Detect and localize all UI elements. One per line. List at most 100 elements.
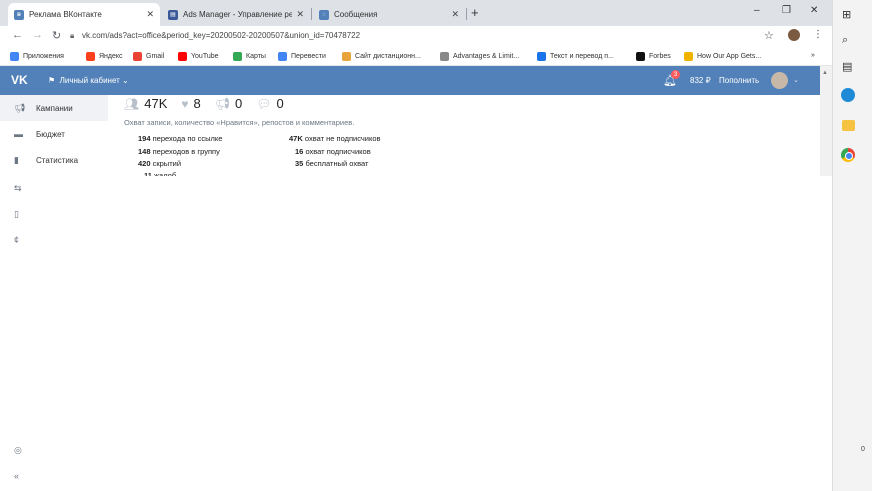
tab-title: Ads Manager - Управление рек <box>183 10 293 19</box>
chevron-down-icon[interactable]: ⌄ <box>793 76 799 84</box>
search-icon[interactable]: ⌕ <box>842 34 848 47</box>
balance: 832 ₽ <box>690 76 711 85</box>
vk-favicon-icon: в <box>14 9 24 20</box>
bookmark-gmail[interactable]: Gmail <box>133 52 164 61</box>
document-icon[interactable]: ▯ <box>14 209 19 220</box>
close-icon[interactable]: ✕ <box>146 9 154 20</box>
profile-avatar[interactable] <box>788 29 800 41</box>
close-icon[interactable]: ✕ <box>451 9 459 20</box>
sidebar-item-label: Статистика <box>36 155 79 165</box>
heart-icon: ♥ <box>181 96 189 111</box>
megaphone-icon: 📢︎ <box>214 96 230 111</box>
url-field[interactable]: vk.com/ads?act=office&period_key=2020050… <box>82 31 360 40</box>
windows-start-icon[interactable]: ⊞ <box>842 8 851 21</box>
messages-favicon-icon: ◌ <box>319 9 329 20</box>
lock-icon[interactable]: 🔒︎ <box>70 31 74 41</box>
bookmark-apps[interactable]: Приложения <box>10 52 64 61</box>
apps-grid-icon <box>10 52 19 61</box>
bookmark-text-translate[interactable]: Текст и перевод п... <box>537 52 614 61</box>
reload-icon[interactable]: ↻ <box>52 29 61 42</box>
bookmark-translate[interactable]: Перевести <box>278 52 326 61</box>
bookmark-youtube[interactable]: YouTube <box>178 52 219 61</box>
shares-stat: 📢︎ 0 <box>214 96 243 111</box>
chart-icon: ▮ <box>14 154 19 165</box>
sidebar-item-budget[interactable]: ▬ Бюджет <box>0 121 108 147</box>
metric-row: 16 охват подписчиков <box>295 147 371 156</box>
site-icon <box>440 52 449 61</box>
doc-icon <box>537 52 546 61</box>
edge-icon[interactable] <box>841 88 855 102</box>
scrollbar[interactable] <box>820 66 832 176</box>
hat-icon <box>342 52 351 61</box>
bookmark-distance-site[interactable]: Сайт дистанционн... <box>342 52 421 61</box>
close-icon[interactable]: ✕ <box>296 9 304 20</box>
tab-vk-ads[interactable]: в Реклама ВКонтакте ✕ <box>8 3 160 26</box>
forbes-icon <box>636 52 645 61</box>
translate-icon <box>278 52 287 61</box>
sidebar-item-label: Кампании <box>36 103 73 113</box>
megaphone-icon: 📢︎ <box>14 102 26 113</box>
back-arrow-icon[interactable]: ← <box>12 29 23 41</box>
post-stats: 👥︎ 47K ♥ 8 📢︎ 0 💬︎ 0 <box>124 96 298 111</box>
bookmark-advantages[interactable]: Advantages & Limit... <box>440 52 519 61</box>
tab-title: Сообщения <box>334 10 378 19</box>
tab-bar: в Реклама ВКонтакте ✕ ▤ Ads Manager - Уп… <box>0 0 832 26</box>
tab-separator <box>466 8 467 20</box>
tab-messages[interactable]: ◌ Сообщения ✕ <box>313 3 465 26</box>
sidebar: 📢︎ Кампании ▬ Бюджет ▮ Статистика ⇆ ▯ ¢ … <box>0 95 108 491</box>
users-icon: 👥︎ <box>124 96 140 111</box>
taskbar <box>832 0 872 491</box>
tab-ads-manager[interactable]: ▤ Ads Manager - Управление рек ✕ <box>162 3 310 26</box>
bookmark-forbes[interactable]: Forbes <box>636 52 671 61</box>
notification-badge: 3 <box>671 70 680 79</box>
currency-icon[interactable]: ¢ <box>14 235 19 245</box>
sidebar-item-statistics[interactable]: ▮ Статистика <box>0 147 108 173</box>
task-view-icon[interactable]: ▤ <box>842 60 852 73</box>
content-clip <box>110 176 820 182</box>
collapse-sidebar-button[interactable]: « <box>14 471 19 481</box>
transfer-icon[interactable]: ⇆ <box>14 183 22 194</box>
yandex-icon <box>86 52 95 61</box>
likes-stat: ♥ 8 <box>181 96 201 111</box>
avatar[interactable] <box>771 72 788 89</box>
minimize-button[interactable]: – <box>754 5 760 16</box>
ads-manager-favicon-icon: ▤ <box>168 9 178 20</box>
site-icon <box>684 52 693 61</box>
file-explorer-icon[interactable] <box>842 120 855 131</box>
stats-description: Охват записи, количество «Нравится», реп… <box>124 118 355 127</box>
forward-arrow-icon[interactable]: → <box>32 29 43 41</box>
chrome-icon[interactable] <box>841 148 855 162</box>
sidebar-item-campaigns[interactable]: 📢︎ Кампании <box>0 95 108 121</box>
tab-separator <box>311 8 312 20</box>
sidebar-item-label: Бюджет <box>36 129 65 139</box>
vk-header: VK ⚑ Личный кабинет ⌄ 🔔︎ 3 832 ₽ Пополни… <box>0 66 820 95</box>
help-icon[interactable]: ◎ <box>14 445 22 456</box>
reach-stat: 👥︎ 47K <box>124 96 168 111</box>
topup-link[interactable]: Пополнить <box>719 76 759 85</box>
bookmarks-more-button[interactable]: » <box>811 52 815 59</box>
vk-logo[interactable]: VK <box>11 73 28 87</box>
tab-title: Реклама ВКонтакте <box>29 10 102 19</box>
bookmark-star-icon[interactable]: ☆ <box>764 29 774 42</box>
new-tab-button[interactable]: + <box>471 5 479 20</box>
gmail-icon <box>133 52 142 61</box>
menu-kebab-icon[interactable]: ⋮ <box>813 29 823 40</box>
bookmarks-bar: Приложения Яндекс Gmail YouTube Карты Пе… <box>0 48 832 66</box>
youtube-icon <box>178 52 187 61</box>
comment-icon: 💬︎ <box>256 96 272 111</box>
maps-icon <box>233 52 242 61</box>
bookmark-maps[interactable]: Карты <box>233 52 266 61</box>
metric-row: 148 переходов в группу <box>138 147 220 156</box>
metric-row: 420 скрытий <box>138 159 182 168</box>
taskbar-badge: 0 <box>861 446 865 453</box>
metric-row: 47K охват не подписчиков <box>289 134 381 143</box>
close-window-button[interactable]: ✕ <box>810 5 818 16</box>
restore-button[interactable]: ❐ <box>782 5 791 16</box>
bookmark-yandex[interactable]: Яндекс <box>86 52 123 61</box>
bookmark-app-gets[interactable]: How Our App Gets... <box>684 52 761 61</box>
scroll-up-icon[interactable]: ▲ <box>822 70 828 76</box>
comments-stat: 💬︎ 0 <box>256 96 284 111</box>
metric-row: 194 перехода по ссылке <box>138 134 223 143</box>
wallet-icon: ▬ <box>14 129 23 139</box>
account-menu[interactable]: ⚑ Личный кабинет ⌄ <box>48 76 129 85</box>
